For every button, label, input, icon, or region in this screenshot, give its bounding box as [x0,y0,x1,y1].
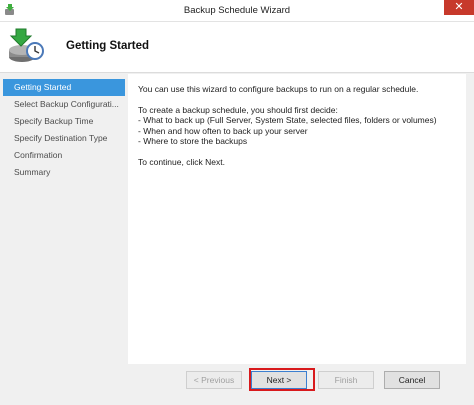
cancel-button[interactable]: Cancel [384,371,440,389]
next-button[interactable]: Next > [251,371,307,389]
step-confirmation[interactable]: Confirmation [3,147,125,164]
wizard-steps-nav: Getting Started Select Backup Configurat… [3,79,125,181]
decide-heading: To create a backup schedule, you should … [138,104,338,115]
previous-button[interactable]: < Previous [186,371,242,389]
list-item: - Where to store the backups [138,136,248,146]
close-button[interactable]: ✕ [444,0,474,15]
step-getting-started[interactable]: Getting Started [3,79,125,96]
list-item: - What to back up (Full Server, System S… [138,115,437,125]
wizard-header: Getting Started [0,22,474,73]
finish-button[interactable]: Finish [318,371,374,389]
step-specify-backup-time[interactable]: Specify Backup Time [3,113,125,130]
decision-list: - What to back up (Full Server, System S… [138,115,458,147]
step-specify-destination-type[interactable]: Specify Destination Type [3,130,125,147]
list-item: - When and how often to back up your ser… [138,125,308,136]
page-title: Getting Started [66,40,150,52]
intro-text: You can use this wizard to configure bac… [138,84,419,94]
continue-text: To continue, click Next. [138,156,225,167]
title-bar: Backup Schedule Wizard ✕ [0,0,474,22]
content-panel: You can use this wizard to configure bac… [128,74,466,364]
backup-schedule-clock-icon [9,28,44,62]
step-summary[interactable]: Summary [3,164,125,181]
step-select-backup-configuration[interactable]: Select Backup Configurati... [3,96,125,113]
window-title: Backup Schedule Wizard [183,5,291,16]
